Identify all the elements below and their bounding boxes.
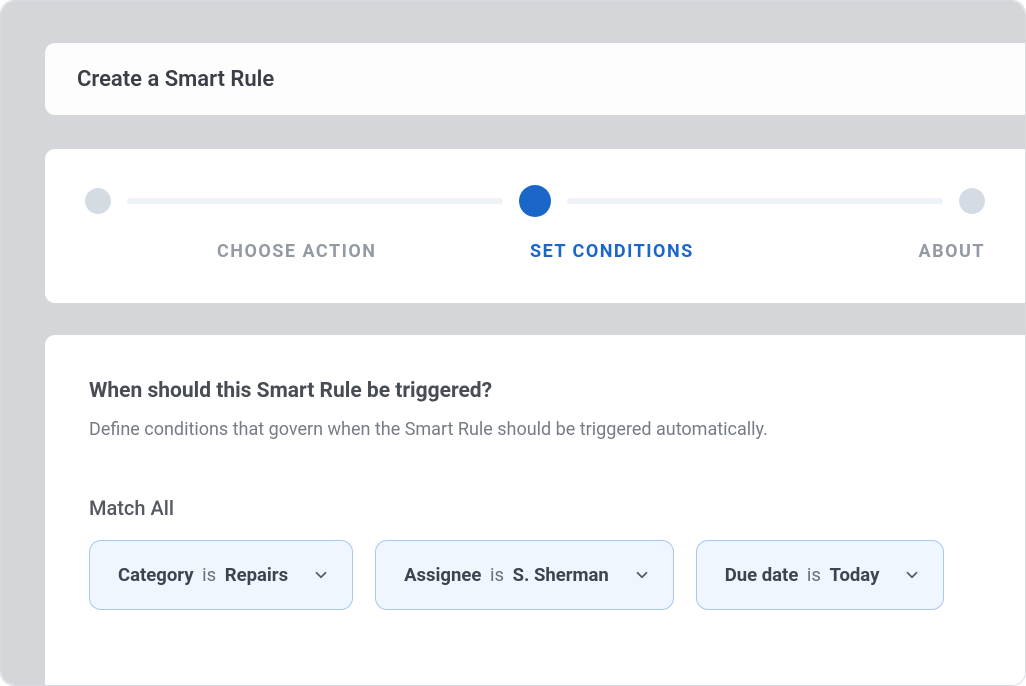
- condition-pill-category[interactable]: Category is Repairs: [89, 540, 353, 610]
- chevron-down-icon: [903, 566, 921, 584]
- stepper-card: CHOOSE ACTION SET CONDITIONS ABOUT: [45, 149, 1025, 303]
- step-label-choose-action[interactable]: CHOOSE ACTION: [217, 241, 376, 262]
- step-label-about[interactable]: ABOUT: [918, 241, 985, 262]
- condition-text: Assignee is S. Sherman: [404, 564, 609, 586]
- condition-text: Due date is Today: [725, 564, 880, 586]
- chevron-down-icon: [633, 566, 651, 584]
- step-dot-set-conditions[interactable]: [519, 185, 551, 217]
- step-dot-choose-action[interactable]: [85, 188, 111, 214]
- condition-text: Category is Repairs: [118, 564, 288, 586]
- condition-pill-assignee[interactable]: Assignee is S. Sherman: [375, 540, 674, 610]
- conditions-row: Category is Repairs Assignee is S. Sherm…: [89, 540, 981, 610]
- title-card: Create a Smart Rule: [45, 43, 1025, 115]
- match-mode-label: Match All: [89, 496, 981, 520]
- step-line: [127, 198, 503, 204]
- content-card: When should this Smart Rule be triggered…: [45, 335, 1025, 685]
- page-title: Create a Smart Rule: [77, 67, 274, 92]
- condition-pill-due-date[interactable]: Due date is Today: [696, 540, 945, 610]
- section-subheading: Define conditions that govern when the S…: [89, 419, 981, 440]
- chevron-down-icon: [312, 566, 330, 584]
- step-label-set-conditions[interactable]: SET CONDITIONS: [530, 241, 694, 262]
- step-dot-about[interactable]: [959, 188, 985, 214]
- step-line: [567, 198, 943, 204]
- stepper-track: [85, 185, 985, 217]
- section-heading: When should this Smart Rule be triggered…: [89, 379, 981, 403]
